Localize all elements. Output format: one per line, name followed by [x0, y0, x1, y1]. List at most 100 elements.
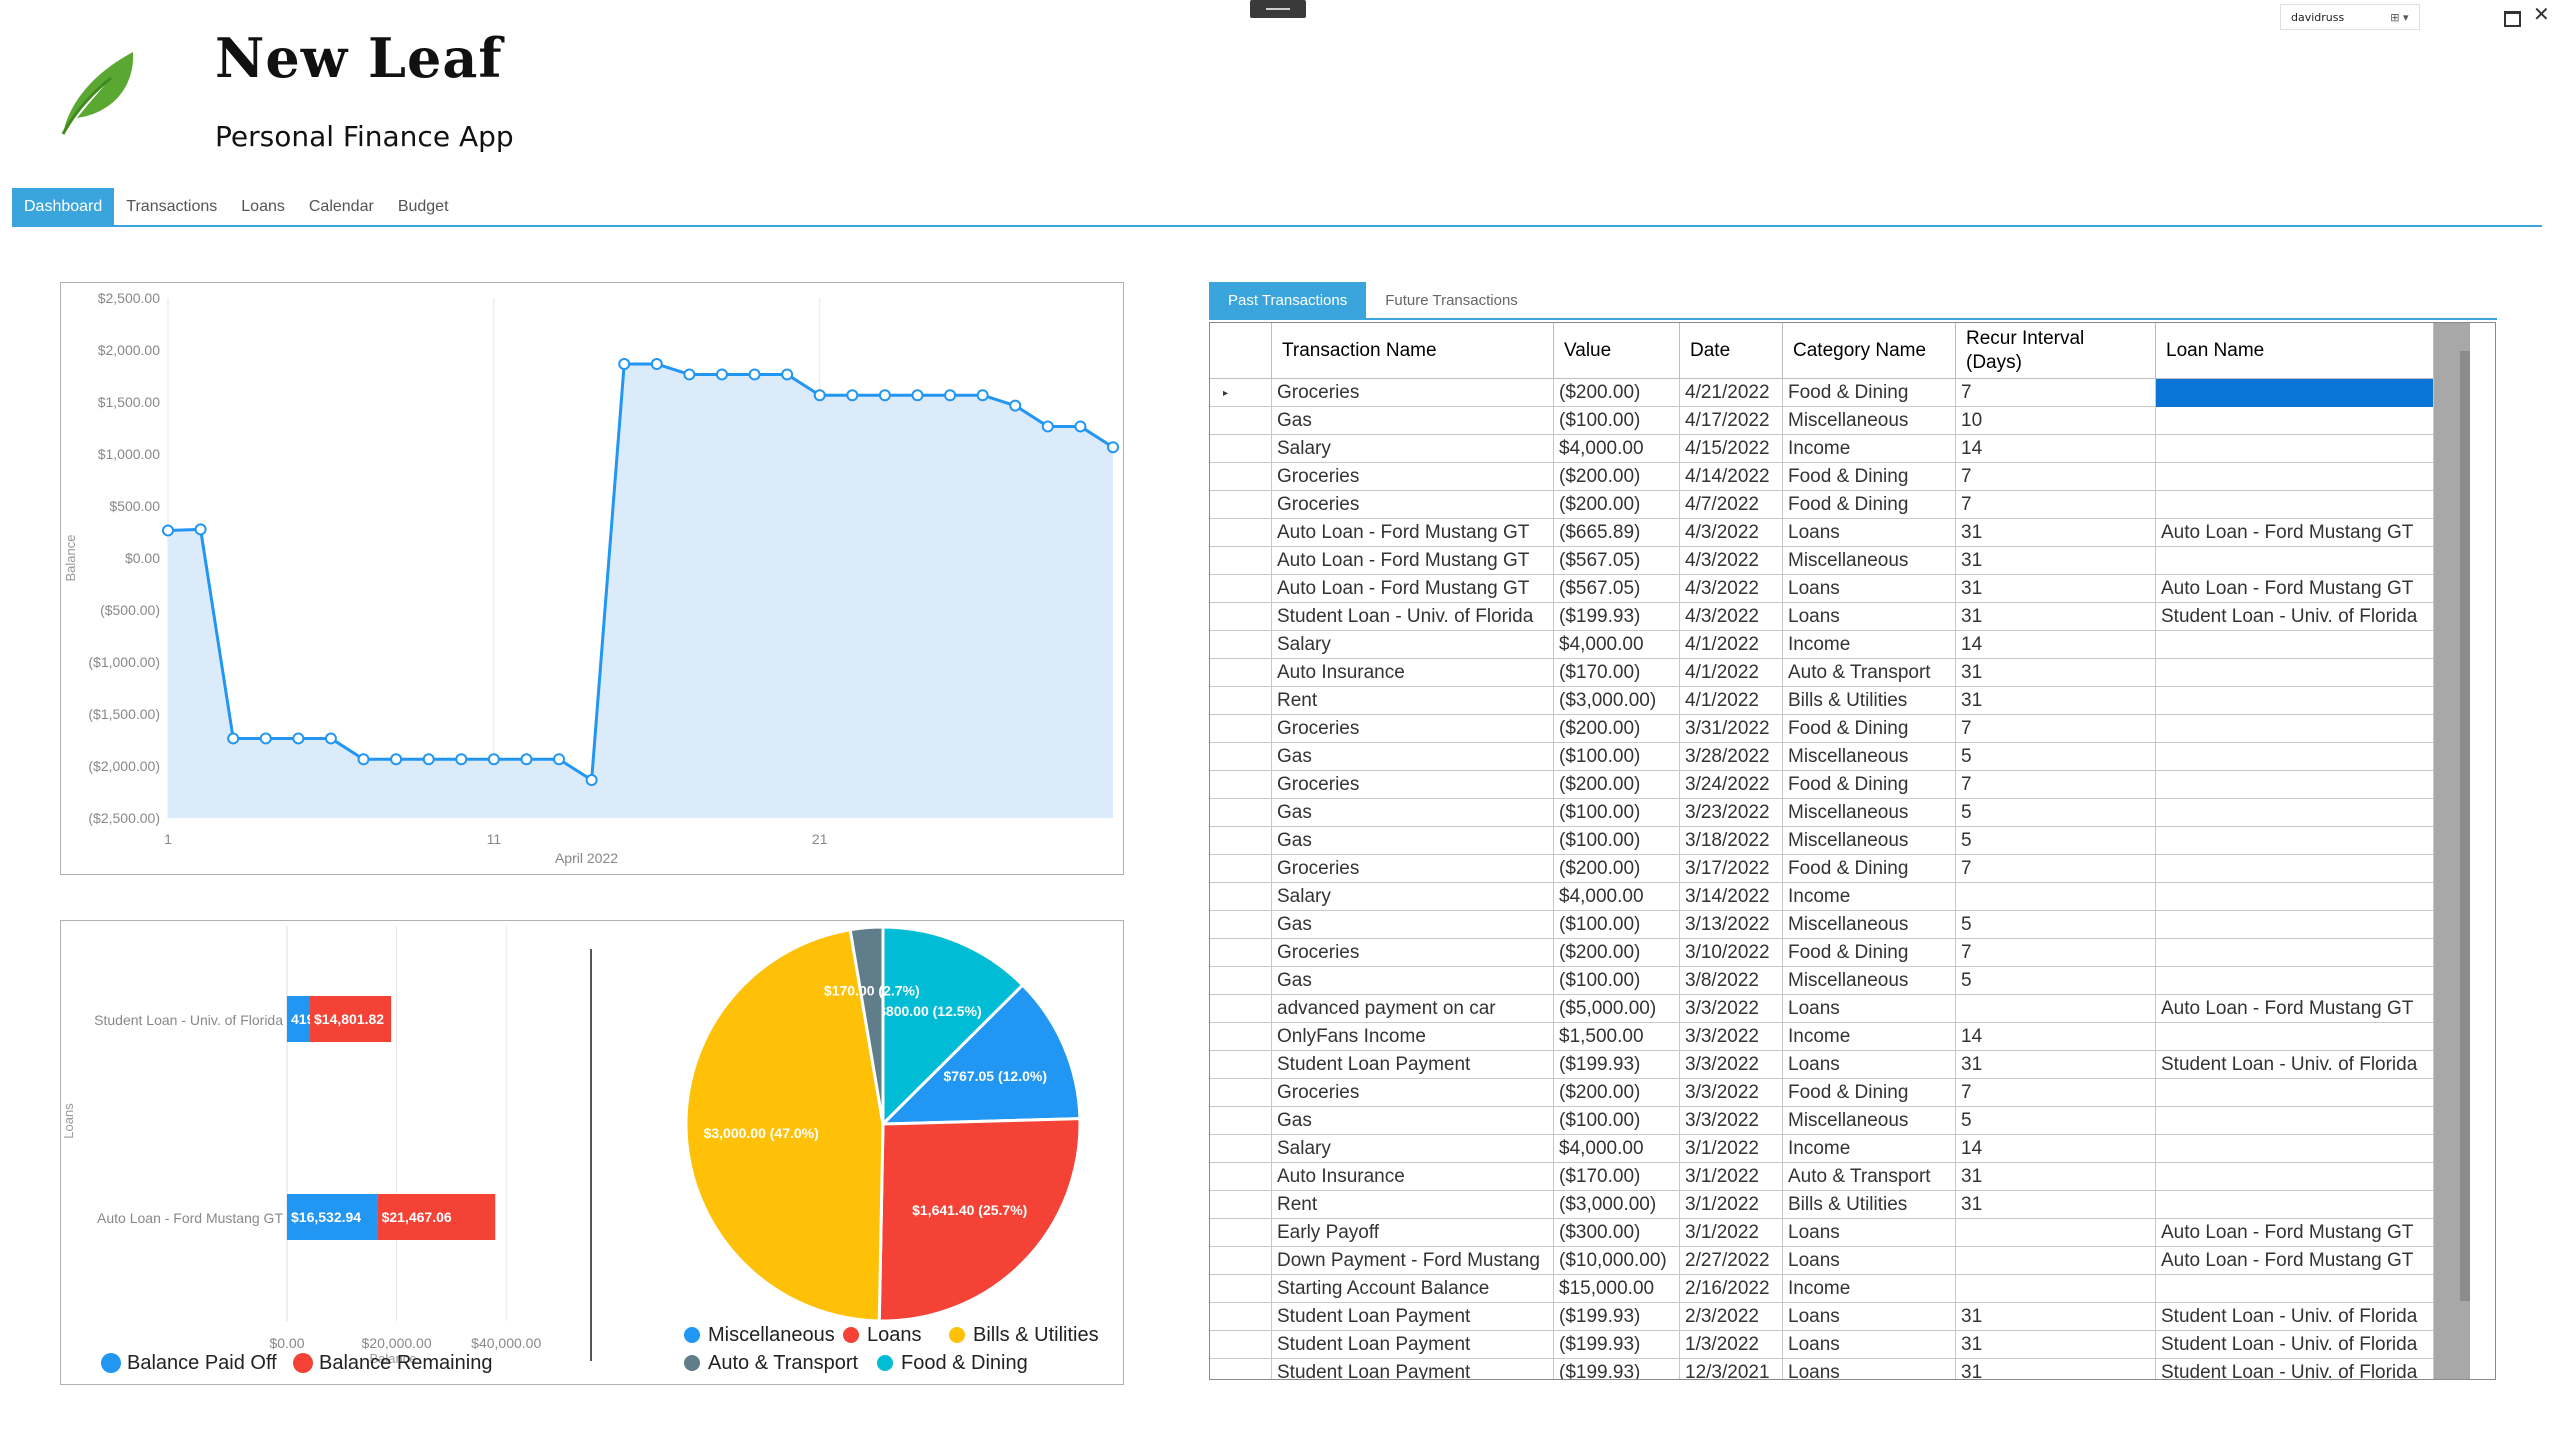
recur-interval-cell[interactable]: 14	[1956, 1135, 2156, 1163]
recur-interval-cell[interactable]: 31	[1956, 687, 2156, 715]
loan-name-cell[interactable]	[2156, 715, 2434, 743]
loan-name-cell[interactable]	[2156, 911, 2434, 939]
transaction-name-cell[interactable]: Groceries	[1272, 855, 1554, 883]
value-cell[interactable]: $4,000.00	[1554, 1135, 1680, 1163]
row-header[interactable]	[1210, 967, 1272, 995]
date-cell[interactable]: 2/3/2022	[1680, 1303, 1783, 1331]
row-header[interactable]	[1210, 799, 1272, 827]
transaction-name-cell[interactable]: Early Payoff	[1272, 1219, 1554, 1247]
value-cell[interactable]: ($300.00)	[1554, 1219, 1680, 1247]
tab-past-transactions[interactable]: Past Transactions	[1209, 282, 1367, 319]
date-cell[interactable]: 3/3/2022	[1680, 1079, 1783, 1107]
category-name-cell[interactable]: Loans	[1783, 603, 1956, 631]
loan-name-cell[interactable]: Auto Loan - Ford Mustang GT	[2156, 1219, 2434, 1247]
table-row[interactable]: Salary $4,000.00 4/15/2022 Income 14	[1210, 435, 2434, 463]
recur-interval-cell[interactable]: 31	[1956, 575, 2156, 603]
category-name-cell[interactable]: Food & Dining	[1783, 1079, 1956, 1107]
transaction-name-cell[interactable]: Down Payment - Ford Mustang	[1272, 1247, 1554, 1275]
recur-interval-cell[interactable]: 31	[1956, 1359, 2156, 1379]
recur-interval-cell[interactable]: 14	[1956, 435, 2156, 463]
category-name-cell[interactable]: Loans	[1783, 1331, 1956, 1359]
loan-name-cell[interactable]: Auto Loan - Ford Mustang GT	[2156, 995, 2434, 1023]
value-cell[interactable]: ($665.89)	[1554, 519, 1680, 547]
loan-name-cell[interactable]	[2156, 687, 2434, 715]
value-cell[interactable]: $4,000.00	[1554, 631, 1680, 659]
row-header[interactable]	[1210, 1191, 1272, 1219]
table-row[interactable]: Student Loan Payment ($199.93) 12/3/2021 Lo…	[1210, 1359, 2434, 1379]
recur-interval-cell[interactable]	[1956, 883, 2156, 911]
value-cell[interactable]: ($199.93)	[1554, 1359, 1680, 1379]
row-header[interactable]	[1210, 883, 1272, 911]
value-cell[interactable]: ($200.00)	[1554, 855, 1680, 883]
transaction-name-cell[interactable]: Student Loan Payment	[1272, 1359, 1554, 1379]
table-row[interactable]: Gas ($100.00) 4/17/2022 Miscellaneous 10	[1210, 407, 2434, 435]
category-name-cell[interactable]: Miscellaneous	[1783, 743, 1956, 771]
table-row[interactable]: Salary $4,000.00 4/1/2022 Income 14	[1210, 631, 2434, 659]
date-cell[interactable]: 3/8/2022	[1680, 967, 1783, 995]
loan-name-cell[interactable]: Student Loan - Univ. of Florida	[2156, 1303, 2434, 1331]
recur-interval-cell[interactable]: 5	[1956, 827, 2156, 855]
loan-name-cell[interactable]	[2156, 1163, 2434, 1191]
value-cell[interactable]: ($3,000.00)	[1554, 1191, 1680, 1219]
table-row[interactable]: Groceries ($200.00) 3/31/2022 Food & Dining…	[1210, 715, 2434, 743]
transaction-name-cell[interactable]: OnlyFans Income	[1272, 1023, 1554, 1051]
recur-interval-cell[interactable]: 5	[1956, 799, 2156, 827]
table-row[interactable]: Salary $4,000.00 3/1/2022 Income 14	[1210, 1135, 2434, 1163]
category-name-cell[interactable]: Miscellaneous	[1783, 407, 1956, 435]
date-cell[interactable]: 4/3/2022	[1680, 603, 1783, 631]
category-name-cell[interactable]: Food & Dining	[1783, 463, 1956, 491]
transaction-name-cell[interactable]: Starting Account Balance	[1272, 1275, 1554, 1303]
loan-name-cell[interactable]	[2156, 799, 2434, 827]
category-name-cell[interactable]: Income	[1783, 1023, 1956, 1051]
recur-interval-cell[interactable]: 31	[1956, 603, 2156, 631]
recur-interval-cell[interactable]: 7	[1956, 1079, 2156, 1107]
row-header[interactable]	[1210, 743, 1272, 771]
recur-interval-cell[interactable]: 7	[1956, 715, 2156, 743]
category-name-cell[interactable]: Miscellaneous	[1783, 547, 1956, 575]
category-name-cell[interactable]: Food & Dining	[1783, 379, 1956, 407]
recur-interval-cell[interactable]	[1956, 1247, 2156, 1275]
transaction-name-cell[interactable]: Groceries	[1272, 463, 1554, 491]
row-header[interactable]	[1210, 687, 1272, 715]
loan-name-cell[interactable]	[2156, 883, 2434, 911]
recur-interval-cell[interactable]	[1956, 1275, 2156, 1303]
value-cell[interactable]: ($567.05)	[1554, 547, 1680, 575]
date-cell[interactable]: 3/18/2022	[1680, 827, 1783, 855]
table-row[interactable]: Auto Loan - Ford Mustang GT ($665.89) 4/3/…	[1210, 519, 2434, 547]
value-cell[interactable]: ($199.93)	[1554, 1303, 1680, 1331]
value-cell[interactable]: $4,000.00	[1554, 883, 1680, 911]
date-cell[interactable]: 4/21/2022	[1680, 379, 1783, 407]
row-header[interactable]	[1210, 911, 1272, 939]
recur-interval-cell[interactable]: 7	[1956, 379, 2156, 407]
table-row[interactable]: Student Loan - Univ. of Florida ($199.93)…	[1210, 603, 2434, 631]
value-cell[interactable]: ($100.00)	[1554, 1107, 1680, 1135]
table-row[interactable]: advanced payment on car ($5,000.00) 3/3/20…	[1210, 995, 2434, 1023]
row-header[interactable]	[1210, 1303, 1272, 1331]
value-cell[interactable]: ($10,000.00)	[1554, 1247, 1680, 1275]
transaction-name-cell[interactable]: Salary	[1272, 435, 1554, 463]
loan-name-cell[interactable]: Student Loan - Univ. of Florida	[2156, 603, 2434, 631]
tab-transactions[interactable]: Transactions	[114, 188, 229, 226]
table-row[interactable]: OnlyFans Income $1,500.00 3/3/2022 Income 14	[1210, 1023, 2434, 1051]
transaction-name-cell[interactable]: Student Loan Payment	[1272, 1331, 1554, 1359]
transaction-name-cell[interactable]: Gas	[1272, 827, 1554, 855]
value-cell[interactable]: ($200.00)	[1554, 463, 1680, 491]
loan-name-cell[interactable]	[2156, 491, 2434, 519]
row-header[interactable]	[1210, 715, 1272, 743]
table-row[interactable]: Groceries ($200.00) 3/3/2022 Food & Dining 7	[1210, 1079, 2434, 1107]
value-cell[interactable]: ($200.00)	[1554, 939, 1680, 967]
date-cell[interactable]: 4/3/2022	[1680, 547, 1783, 575]
date-cell[interactable]: 4/15/2022	[1680, 435, 1783, 463]
category-name-cell[interactable]: Loans	[1783, 519, 1956, 547]
loan-name-cell[interactable]: Student Loan - Univ. of Florida	[2156, 1359, 2434, 1379]
transaction-name-cell[interactable]: Auto Loan - Ford Mustang GT	[1272, 575, 1554, 603]
loan-name-cell[interactable]: Auto Loan - Ford Mustang GT	[2156, 519, 2434, 547]
value-cell[interactable]: $15,000.00	[1554, 1275, 1680, 1303]
loan-name-cell[interactable]	[2156, 1275, 2434, 1303]
date-cell[interactable]: 3/31/2022	[1680, 715, 1783, 743]
transaction-name-cell[interactable]: Gas	[1272, 967, 1554, 995]
table-row[interactable]: Gas ($100.00) 3/8/2022 Miscellaneous 5	[1210, 967, 2434, 995]
row-header[interactable]	[1210, 1023, 1272, 1051]
row-header[interactable]	[1210, 1163, 1272, 1191]
value-cell[interactable]: ($100.00)	[1554, 911, 1680, 939]
